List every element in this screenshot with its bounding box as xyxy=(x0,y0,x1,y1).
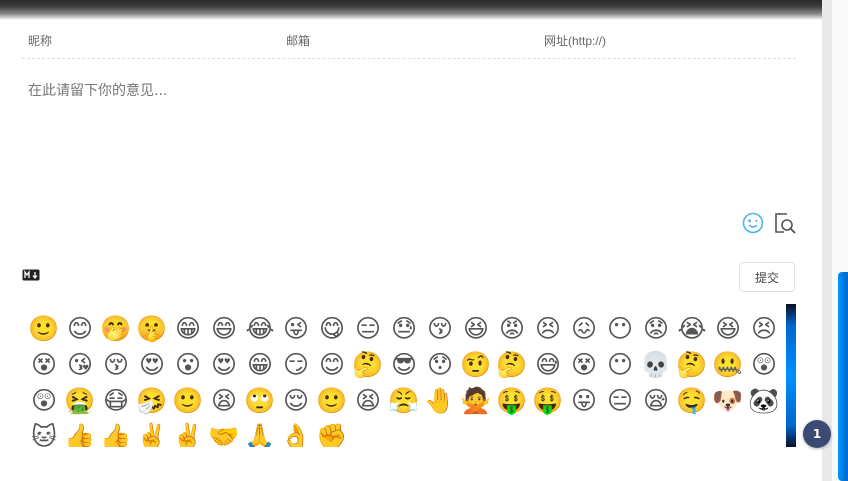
emoji-item[interactable]: 🐼 xyxy=(746,382,782,418)
emoji-grid: 🙂 😊 🤭 🤫 😁 😄 😂 😜 😋 😑 😓 😚 😆 😡 😣 😖 😶 😟 😭 😆 😣 😵 😘 😚 😍 😮 😍 😁 😏 😊 🤔 😎 😯 🤨 🤔 😅 😵 😶 💀 🤔… xyxy=(26,310,782,448)
emoji-item[interactable]: 🤧 xyxy=(134,382,170,418)
emoji-item[interactable]: 🤨 xyxy=(458,346,494,382)
emoji-item[interactable]: 😵 xyxy=(26,346,62,382)
window-scrollbar[interactable] xyxy=(832,0,848,481)
emoji-item[interactable]: 🤫 xyxy=(134,310,170,346)
nickname-field[interactable] xyxy=(22,24,284,58)
emoji-item[interactable]: 😪 xyxy=(638,382,674,418)
emoji-item[interactable]: 🤮 xyxy=(62,382,98,418)
emoji-item[interactable]: 😌 xyxy=(278,382,314,418)
emoji-item[interactable]: 🤑 xyxy=(494,382,530,418)
markdown-icon xyxy=(22,266,40,281)
emoji-item[interactable]: 😷 xyxy=(98,382,134,418)
emoji-item[interactable]: 😖 xyxy=(566,310,602,346)
emoji-item[interactable]: 😊 xyxy=(314,346,350,382)
emoji-item[interactable]: 😤 xyxy=(386,382,422,418)
emoji-item[interactable]: 🤝 xyxy=(206,418,242,448)
emoji-item[interactable]: 😲 xyxy=(26,382,62,418)
emoji-item[interactable]: 😊 xyxy=(62,310,98,346)
emoji-item[interactable]: 😫 xyxy=(206,382,242,418)
emoji-item[interactable]: 😵 xyxy=(566,346,602,382)
emoji-item[interactable]: 😟 xyxy=(638,310,674,346)
unread-count-badge[interactable]: 1 xyxy=(803,420,831,448)
emoji-item[interactable]: 🤚 xyxy=(422,382,458,418)
emoji-item[interactable]: 😚 xyxy=(422,310,458,346)
emoji-item[interactable]: 😓 xyxy=(386,310,422,346)
emoji-item[interactable]: 👍 xyxy=(98,418,134,448)
emoji-item[interactable]: 😁 xyxy=(170,310,206,346)
emoji-item[interactable]: 🤐 xyxy=(710,346,746,382)
emoji-item[interactable]: 😎 xyxy=(386,346,422,382)
emoji-item[interactable]: 🤤 xyxy=(674,382,710,418)
emoji-item[interactable]: 😂 xyxy=(242,310,278,346)
website-field[interactable] xyxy=(538,24,802,58)
emoji-item[interactable]: 👌 xyxy=(278,418,314,448)
emoji-item[interactable]: 💀 xyxy=(638,346,674,382)
emoji-item[interactable]: 😄 xyxy=(206,310,242,346)
emoji-item[interactable]: 🐱 xyxy=(26,418,62,448)
emoji-item[interactable]: 😁 xyxy=(242,346,278,382)
page-scroll-track xyxy=(822,0,832,481)
email-field[interactable] xyxy=(280,24,540,58)
emoji-item[interactable]: 😑 xyxy=(350,310,386,346)
emoji-item[interactable]: 🙂 xyxy=(26,310,62,346)
emoji-item[interactable]: 😛 xyxy=(566,382,602,418)
emoji-item[interactable]: 😍 xyxy=(206,346,242,382)
emoji-item[interactable]: 🤔 xyxy=(674,346,710,382)
emoji-item[interactable]: 😏 xyxy=(278,346,314,382)
emoji-item[interactable]: 😍 xyxy=(134,346,170,382)
emoji-item[interactable]: 😚 xyxy=(98,346,134,382)
emoji-item[interactable]: 🤭 xyxy=(98,310,134,346)
window-scroll-thumb[interactable] xyxy=(838,272,848,481)
emoji-item[interactable]: 😮 xyxy=(170,346,206,382)
emoji-item[interactable]: 🐶 xyxy=(710,382,746,418)
emoji-item[interactable]: 😘 xyxy=(62,346,98,382)
emoji-item[interactable]: 🙅 xyxy=(458,382,494,418)
emoji-item[interactable]: 😋 xyxy=(314,310,350,346)
emoji-item[interactable]: 😫 xyxy=(350,382,386,418)
emoji-item[interactable]: 😲 xyxy=(746,346,782,382)
emoji-panel-scrollbar[interactable] xyxy=(786,304,796,447)
emoji-item[interactable]: 🙄 xyxy=(242,382,278,418)
emoji-item[interactable]: 🙂 xyxy=(170,382,206,418)
emoji-item[interactable]: 😜 xyxy=(278,310,314,346)
emoji-item[interactable]: 😆 xyxy=(458,310,494,346)
emoji-item[interactable]: 😡 xyxy=(494,310,530,346)
emoji-item[interactable]: 🙏 xyxy=(242,418,278,448)
emoji-panel: 🙂 😊 🤭 🤫 😁 😄 😂 😜 😋 😑 😓 😚 😆 😡 😣 😖 😶 😟 😭 😆 😣 😵 😘 😚 😍 😮 😍 😁 😏 😊 🤔 😎 😯 🤨 🤔 😅 😵 😶 💀 🤔… xyxy=(22,304,786,448)
emoji-item[interactable]: ✌️ xyxy=(134,418,170,448)
emoji-item[interactable]: 🙂 xyxy=(314,382,350,418)
comment-header-fields xyxy=(22,24,802,59)
preview-icon[interactable] xyxy=(774,212,796,234)
top-shadow-bar xyxy=(0,0,848,20)
emoji-item[interactable]: 🤔 xyxy=(350,346,386,382)
emoji-item[interactable]: 😣 xyxy=(746,310,782,346)
submit-button[interactable]: 提交 xyxy=(739,262,795,292)
comment-textarea[interactable] xyxy=(22,72,796,202)
emoji-item[interactable]: ✌️ xyxy=(170,418,206,448)
emoji-item[interactable]: 🤑 xyxy=(530,382,566,418)
emoji-item[interactable]: 😑 xyxy=(602,382,638,418)
emoji-item[interactable]: 🤔 xyxy=(494,346,530,382)
emoji-item[interactable]: 😣 xyxy=(530,310,566,346)
emoji-item[interactable]: 😯 xyxy=(422,346,458,382)
emoji-item[interactable]: 😅 xyxy=(530,346,566,382)
emoji-item[interactable]: 👍 xyxy=(62,418,98,448)
emoji-item[interactable]: 😶 xyxy=(602,346,638,382)
emoji-item[interactable]: ✊ xyxy=(314,418,350,448)
emoji-icon[interactable] xyxy=(742,212,764,234)
emoji-item[interactable]: 😆 xyxy=(710,310,746,346)
emoji-item[interactable]: 😶 xyxy=(602,310,638,346)
emoji-item[interactable]: 😭 xyxy=(674,310,710,346)
